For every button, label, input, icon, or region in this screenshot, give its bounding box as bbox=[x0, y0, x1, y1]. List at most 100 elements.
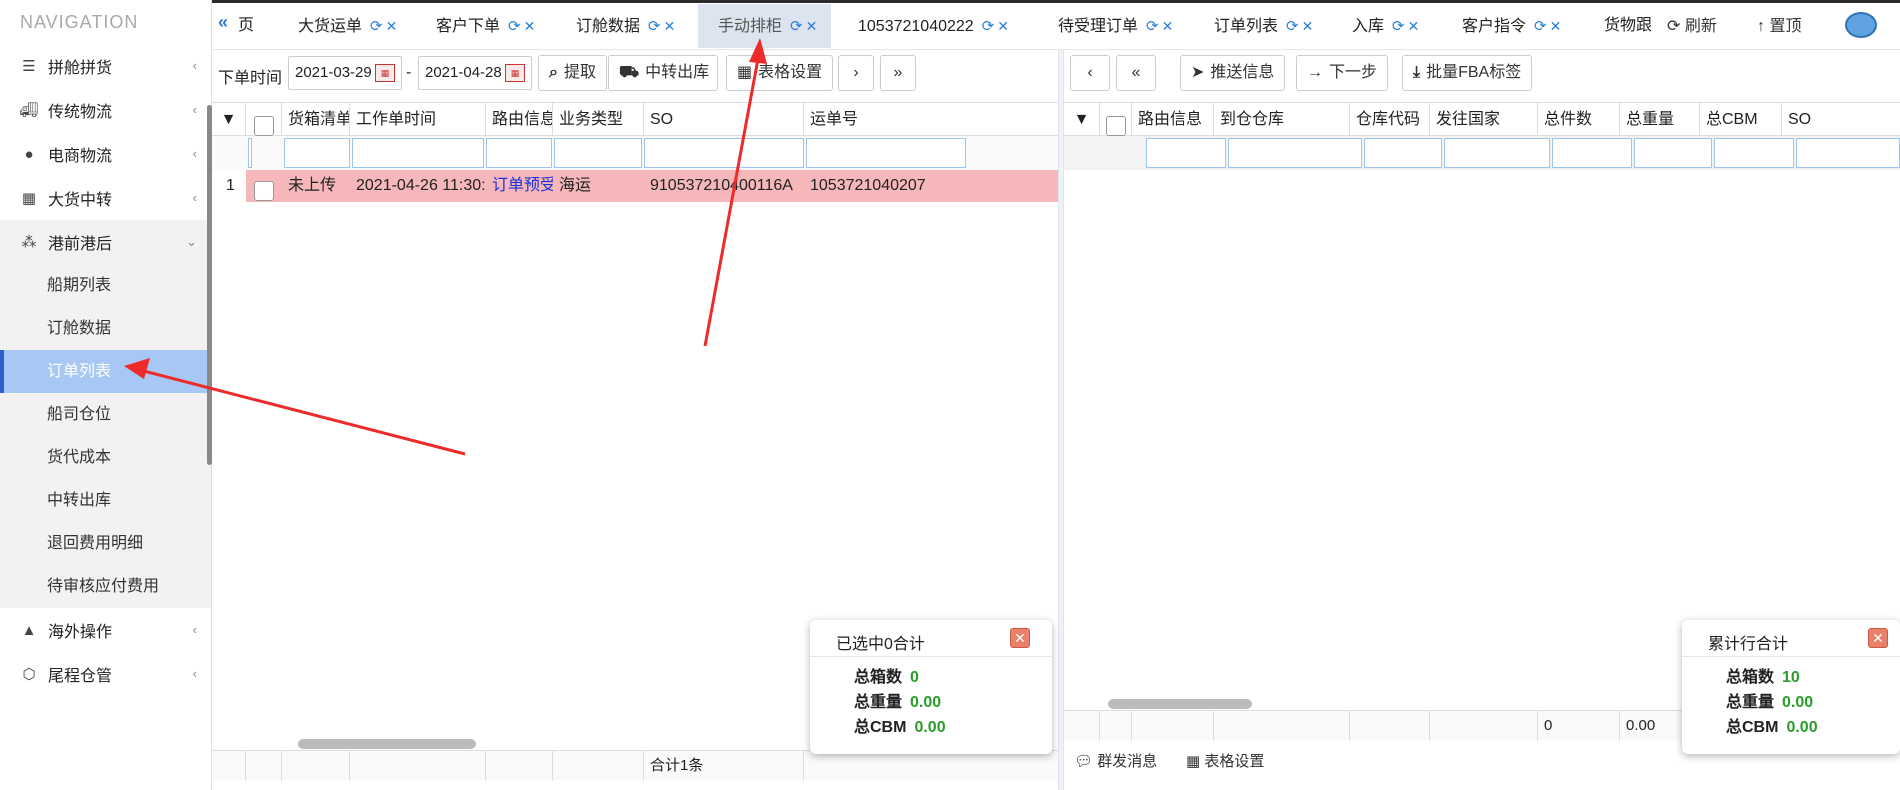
tab-warehouse-in[interactable]: 入库 ⟳ ✕ bbox=[1352, 4, 1419, 48]
close-icon[interactable]: ✕ bbox=[1010, 628, 1030, 648]
next-page-button[interactable]: › bbox=[838, 55, 874, 91]
filter-input[interactable] bbox=[1146, 138, 1226, 168]
refresh-icon[interactable]: ⟳ bbox=[508, 18, 521, 35]
sidebar-item-pending-payable[interactable]: 待审核应付费用 bbox=[0, 565, 211, 608]
filter-input[interactable] bbox=[644, 138, 804, 168]
close-icon[interactable]: ✕ bbox=[1550, 18, 1562, 34]
filter-input[interactable] bbox=[352, 138, 484, 168]
col-header[interactable]: 路由信息 bbox=[1132, 103, 1214, 137]
select-all-checkbox[interactable] bbox=[1100, 103, 1132, 137]
close-icon[interactable]: ✕ bbox=[997, 18, 1009, 34]
filter-input[interactable] bbox=[1228, 138, 1362, 168]
col-header[interactable]: 业务类型 bbox=[553, 103, 644, 137]
filter-input[interactable] bbox=[1364, 138, 1442, 168]
next-step-button[interactable]: → 下一步 bbox=[1296, 55, 1389, 91]
refresh-icon[interactable]: ⟳ bbox=[370, 18, 383, 35]
refresh-icon[interactable]: ⟳ bbox=[790, 18, 803, 35]
filter-input[interactable] bbox=[1796, 138, 1900, 168]
row-checkbox[interactable] bbox=[246, 170, 282, 202]
sidebar-item-forwarder-cost[interactable]: 货代成本 bbox=[0, 436, 211, 479]
sidebar-item-booking[interactable]: 订舱数据 bbox=[0, 307, 211, 350]
tab-customer-order[interactable]: 客户下单 ⟳ ✕ bbox=[436, 4, 535, 48]
col-header[interactable]: 货箱清单 bbox=[282, 103, 350, 137]
table-settings-button[interactable]: ▦ 表格设置 bbox=[726, 55, 834, 91]
col-header[interactable]: 到仓仓库 bbox=[1214, 103, 1350, 137]
first-page-button[interactable]: « bbox=[1116, 55, 1156, 91]
sidebar-item-refund-detail[interactable]: 退回费用明细 bbox=[0, 522, 211, 565]
tab-order-list[interactable]: 订单列表 ⟳ ✕ bbox=[1214, 4, 1313, 48]
filter-input[interactable] bbox=[248, 138, 252, 168]
col-header[interactable]: 仓库代码 bbox=[1350, 103, 1430, 137]
col-header[interactable]: 总重量 bbox=[1620, 103, 1700, 137]
close-icon[interactable]: ✕ bbox=[806, 18, 818, 34]
close-icon[interactable]: ✕ bbox=[1162, 18, 1174, 34]
tab-cargo-tracking[interactable]: 货物跟 bbox=[1604, 4, 1664, 48]
filter-input[interactable] bbox=[1634, 138, 1712, 168]
transfer-out-button[interactable]: ⛟ 中转出库 bbox=[608, 55, 718, 91]
broadcast-message-button[interactable]: 💬︎ 群发消息 bbox=[1074, 750, 1157, 771]
push-info-button[interactable]: ➤ 推送信息 bbox=[1180, 55, 1286, 91]
close-icon[interactable]: ✕ bbox=[1408, 18, 1420, 34]
refresh-button[interactable]: ⟳ 刷新 bbox=[1667, 12, 1717, 36]
filter-input[interactable] bbox=[1552, 138, 1632, 168]
sidebar-group-port[interactable]: ⁂ 港前港后 ⌄ bbox=[0, 220, 211, 264]
col-header[interactable]: 发往国家 bbox=[1430, 103, 1538, 137]
sidebar-item-carrier-space[interactable]: 船司仓位 bbox=[0, 393, 211, 436]
filter-icon[interactable]: ▼ bbox=[212, 103, 246, 137]
prev-page-button[interactable]: ‹ bbox=[1070, 55, 1110, 91]
filter-input[interactable] bbox=[806, 138, 966, 168]
calendar-icon[interactable]: ▦ bbox=[505, 64, 525, 82]
tab-bulk-waybill[interactable]: 大货运单 ⟳ ✕ bbox=[298, 4, 397, 48]
last-page-button[interactable]: » bbox=[880, 55, 916, 91]
tab-pending-orders[interactable]: 待受理订单 ⟳ ✕ bbox=[1058, 4, 1173, 48]
close-icon[interactable]: ✕ bbox=[1302, 18, 1314, 34]
calendar-icon[interactable]: ▦ bbox=[375, 64, 395, 82]
double-left-icon[interactable]: « bbox=[218, 12, 228, 33]
table-row[interactable]: 1 未上传 2021-04-26 11:30:00 订单预受理 海运 91053… bbox=[212, 170, 1058, 202]
fetch-button[interactable]: ⌕ 提取 bbox=[538, 55, 607, 91]
tab-manual-loading[interactable]: 手动排柜 ⟳ ✕ bbox=[698, 4, 832, 48]
col-header[interactable]: SO bbox=[1782, 103, 1900, 137]
col-header[interactable]: 总件数 bbox=[1538, 103, 1620, 137]
cell-route-link[interactable]: 订单预受理 bbox=[486, 170, 553, 202]
filter-input[interactable] bbox=[1444, 138, 1550, 168]
sidebar-group-traditional[interactable]: 🚚︎ 传统物流 ‹ bbox=[0, 88, 211, 132]
filter-input[interactable] bbox=[486, 138, 552, 168]
filter-input[interactable] bbox=[554, 138, 642, 168]
col-header[interactable]: 工作单时间 bbox=[350, 103, 486, 137]
close-icon[interactable]: ✕ bbox=[1868, 628, 1888, 648]
sidebar-group-lastmile[interactable]: ⬡ 尾程仓管 ‹ bbox=[0, 652, 211, 696]
filter-icon[interactable]: ▼ bbox=[1064, 103, 1100, 137]
close-icon[interactable]: ✕ bbox=[664, 18, 676, 34]
batch-fba-label-button[interactable]: ⤓ 批量FBA标签 bbox=[1402, 55, 1533, 91]
sidebar-item-order-list[interactable]: 订单列表 bbox=[0, 350, 211, 393]
sidebar-group-pincang[interactable]: ☰ 拼舱拼货 ‹ bbox=[0, 44, 211, 88]
refresh-icon[interactable]: ⟳ bbox=[982, 18, 995, 35]
top-button[interactable]: ↑ 置顶 bbox=[1757, 12, 1801, 36]
filter-input[interactable] bbox=[284, 138, 350, 168]
col-header[interactable]: SO bbox=[644, 103, 804, 137]
refresh-icon[interactable]: ⟳ bbox=[1392, 18, 1405, 35]
sidebar-group-bulk[interactable]: ▦ 大货中转 ‹ bbox=[0, 176, 211, 220]
tab-order-number[interactable]: 1053721040222 ⟳ ✕ bbox=[858, 4, 1009, 48]
tab-booking-data[interactable]: 订舱数据 ⟳ ✕ bbox=[576, 4, 675, 48]
tab-home[interactable]: 页 bbox=[238, 4, 254, 48]
date-to-input[interactable]: 2021-04-28 ▦ bbox=[418, 56, 532, 90]
refresh-icon[interactable]: ⟳ bbox=[1286, 18, 1299, 35]
sidebar-group-ecommerce[interactable]: ● 电商物流 ‹ bbox=[0, 132, 211, 176]
sidebar-group-overseas[interactable]: ▲ 海外操作 ‹ bbox=[0, 608, 211, 652]
sidebar-item-schedule[interactable]: 船期列表 bbox=[0, 264, 211, 307]
date-from-input[interactable]: 2021-03-29 ▦ bbox=[288, 56, 402, 90]
refresh-icon[interactable]: ⟳ bbox=[648, 18, 661, 35]
right-horizontal-scrollbar[interactable] bbox=[1108, 699, 1252, 709]
select-all-checkbox[interactable] bbox=[246, 103, 282, 137]
col-header[interactable]: 运单号 bbox=[804, 103, 1058, 137]
sidebar-item-transfer-out[interactable]: 中转出库 bbox=[0, 479, 211, 522]
avatar[interactable] bbox=[1845, 12, 1877, 38]
left-horizontal-scrollbar[interactable] bbox=[298, 739, 476, 749]
refresh-icon[interactable]: ⟳ bbox=[1146, 18, 1159, 35]
right-table-settings-button[interactable]: ▦ 表格设置 bbox=[1186, 750, 1264, 771]
tab-customer-instruction[interactable]: 客户指令 ⟳ ✕ bbox=[1462, 4, 1561, 48]
col-header[interactable]: 路由信息 bbox=[486, 103, 553, 137]
close-icon[interactable]: ✕ bbox=[386, 18, 398, 34]
